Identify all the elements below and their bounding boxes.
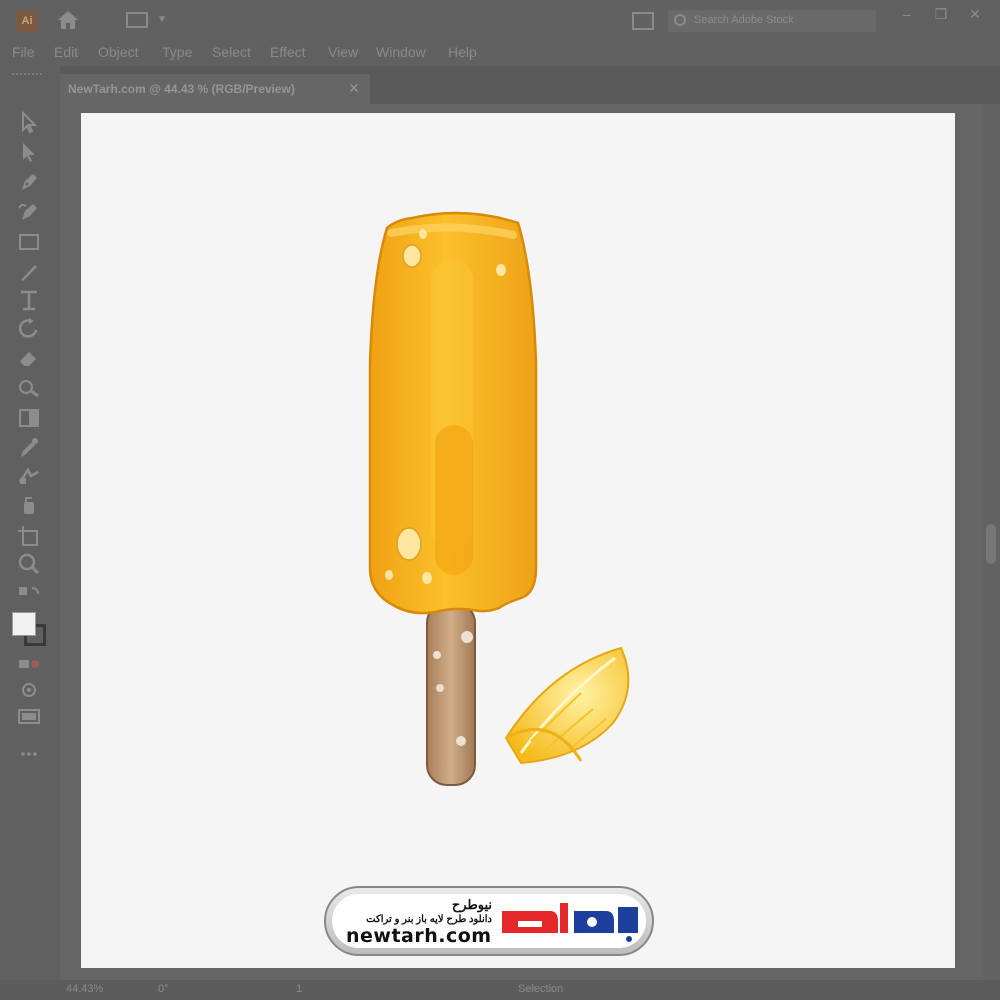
menu-bar: File Edit Object Type Select Effect View… <box>0 40 1000 66</box>
zoom-tool-icon[interactable] <box>16 552 46 578</box>
watermark-brand-fa: نیوطرح <box>451 897 492 912</box>
fill-stroke-swatch[interactable] <box>10 612 46 646</box>
document-tab[interactable]: NewTarh.com @ 44.43 % (RGB/Preview) ✕ <box>60 74 370 104</box>
workspace-switcher-icon[interactable] <box>126 12 148 28</box>
menu-select[interactable]: Select <box>212 44 251 60</box>
chevron-down-icon[interactable]: ▼ <box>157 14 167 25</box>
screen-mode-icon[interactable] <box>16 704 46 730</box>
home-icon[interactable] <box>56 9 80 31</box>
menu-window[interactable]: Window <box>376 44 426 60</box>
search-placeholder: Search Adobe Stock <box>694 14 794 26</box>
minimize-button[interactable]: – <box>892 4 922 24</box>
eraser-tool-icon[interactable] <box>16 346 46 372</box>
popsicle-illustration <box>368 211 630 786</box>
watermark-badge: نیوطرح دانلود طرح لایه باز بنر و تراکت n… <box>324 886 654 956</box>
type-tool-icon[interactable] <box>16 288 46 314</box>
menu-type[interactable]: Type <box>162 44 192 60</box>
arrange-documents-icon[interactable] <box>632 12 654 30</box>
status-mode[interactable]: Selection <box>518 983 563 995</box>
stock-search-input[interactable]: Search Adobe Stock <box>668 10 876 32</box>
maximize-button[interactable]: ❐ <box>926 4 956 24</box>
menu-view[interactable]: View <box>328 44 358 60</box>
menu-file[interactable]: File <box>12 44 35 60</box>
direct-selection-tool-icon[interactable] <box>16 140 46 166</box>
tools-panel <box>0 66 60 980</box>
menu-help[interactable]: Help <box>448 44 477 60</box>
panel-grip[interactable] <box>12 73 42 76</box>
paintbrush-tool-icon[interactable] <box>16 260 46 286</box>
menu-object[interactable]: Object <box>98 44 138 60</box>
newtarh-logo-icon <box>502 903 638 942</box>
menu-edit[interactable]: Edit <box>54 44 78 60</box>
rectangle-tool-icon[interactable] <box>16 230 46 256</box>
vertical-scrollbar[interactable] <box>982 104 1000 980</box>
close-window-button[interactable]: ✕ <box>960 4 990 24</box>
document-tab-strip: NewTarh.com @ 44.43 % (RGB/Preview) ✕ <box>0 66 1000 104</box>
more-tools-icon[interactable] <box>16 742 46 768</box>
artboard-number[interactable]: 1 <box>296 983 302 995</box>
curvature-tool-icon[interactable] <box>16 200 46 226</box>
menu-effect[interactable]: Effect <box>270 44 306 60</box>
watermark-url: newtarh.com <box>346 925 492 947</box>
close-tab-icon[interactable]: ✕ <box>348 80 360 97</box>
blend-tool-icon[interactable] <box>16 464 46 490</box>
artboard[interactable] <box>81 113 955 968</box>
selection-tool-icon[interactable] <box>16 110 46 136</box>
swap-fill-stroke-icon[interactable] <box>16 584 46 610</box>
document-tab-title: NewTarh.com @ 44.43 % (RGB/Preview) <box>68 82 295 96</box>
zoom-level[interactable]: 44.43% <box>66 983 103 995</box>
scrollbar-thumb[interactable] <box>986 524 996 564</box>
symbol-sprayer-tool-icon[interactable] <box>16 494 46 520</box>
title-bar: Ai ▼ Search Adobe Stock – ❐ ✕ <box>0 0 1000 40</box>
status-bar: 44.43% 0° 1 Selection <box>0 980 1000 1000</box>
artboard-tool-icon[interactable] <box>16 524 46 550</box>
draw-inside-icon[interactable] <box>16 678 46 704</box>
pen-tool-icon[interactable] <box>16 170 46 196</box>
illustrator-logo-icon: Ai <box>16 10 38 32</box>
wooden-stick <box>426 602 476 786</box>
search-icon <box>674 14 686 26</box>
watermark-description-fa: دانلود طرح لایه باز بنر و تراکت <box>366 914 492 925</box>
rotation-value[interactable]: 0° <box>158 983 169 995</box>
eyedropper-tool-icon[interactable] <box>16 436 46 462</box>
rotate-tool-icon[interactable] <box>16 316 46 342</box>
shape-builder-tool-icon[interactable] <box>16 376 46 402</box>
watermark-badge-inner: نیوطرح دانلود طرح لایه باز بنر و تراکت n… <box>332 894 646 948</box>
gradient-tool-icon[interactable] <box>16 406 46 432</box>
draw-mode-icon[interactable] <box>16 652 46 678</box>
